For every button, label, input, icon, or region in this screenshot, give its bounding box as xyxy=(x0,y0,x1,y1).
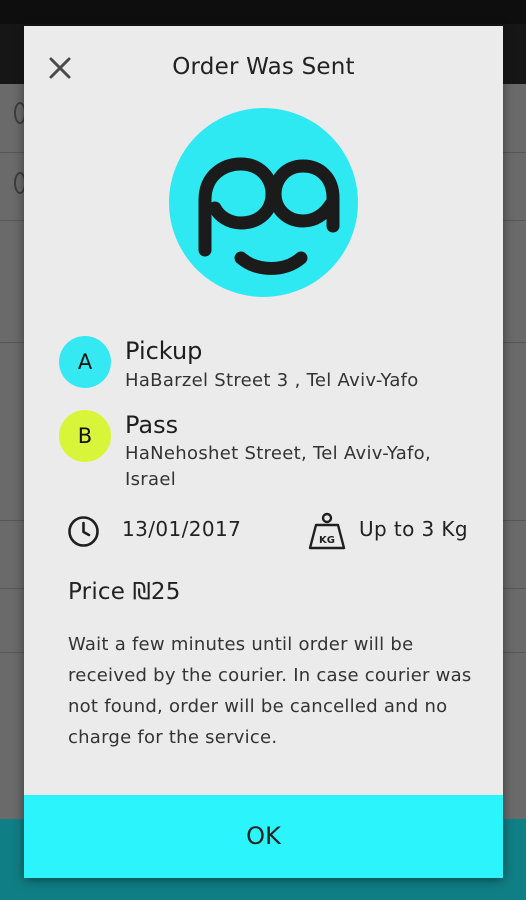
ok-button[interactable]: OK xyxy=(24,795,503,878)
weight-kg-icon: KG xyxy=(307,512,347,554)
pickup-marker: A xyxy=(59,336,111,388)
dropoff-marker: B xyxy=(59,410,111,462)
clock-icon xyxy=(67,515,100,552)
dropoff-label: Pass xyxy=(125,411,179,439)
pass-logo-icon xyxy=(198,157,340,275)
dropoff-address: HaNehoshet Street, Tel Aviv-Yafo, Israel xyxy=(125,443,431,490)
brand-logo xyxy=(169,108,358,297)
order-sent-dialog: Order Was Sent A Pickup HaBarzel Street … xyxy=(24,26,503,878)
order-description: Wait a few minutes until order will be r… xyxy=(68,634,472,748)
pickup-date: 13/01/2017 xyxy=(122,517,242,541)
pickup-label: Pickup xyxy=(125,337,203,365)
svg-text:KG: KG xyxy=(319,535,335,546)
price: Price ₪25 xyxy=(68,579,181,605)
dialog-title: Order Was Sent xyxy=(172,54,355,80)
status-bar xyxy=(0,0,526,24)
pickup-address: HaBarzel Street 3 , Tel Aviv-Yafo xyxy=(125,370,419,391)
weight-limit: Up to 3 Kg xyxy=(359,517,469,541)
screen: Order Was Sent A Pickup HaBarzel Street … xyxy=(0,0,526,900)
